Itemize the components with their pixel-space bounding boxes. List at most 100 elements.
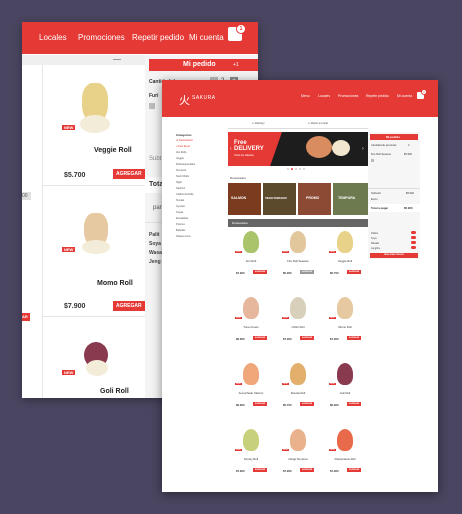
new-badge: NEW <box>235 449 242 451</box>
extra-item[interactable]: Soya <box>149 240 162 249</box>
promo-banner[interactable]: Free DELIVERY Todos los sábados ‹ › <box>228 132 368 166</box>
nav-locales[interactable]: Locales <box>318 94 330 98</box>
item-control-icon[interactable] <box>149 103 155 109</box>
cart-count-badge: 1 <box>421 89 427 95</box>
product-name: Smoky Roll <box>243 457 259 461</box>
product-card[interactable]: NEW Momo Roll $7.900 AGREGAR <box>42 185 145 317</box>
add-to-cart-button[interactable]: AGREGAR <box>253 270 268 274</box>
add-to-cart-button[interactable]: AGREGAR <box>113 301 145 311</box>
product-card[interactable]: NEW Kiwoka Roll $5.700 AGREGAR <box>279 359 317 416</box>
add-to-cart-button[interactable]: AGREGAR <box>300 402 315 406</box>
product-grid: NEW Ami Roll $7.900 AGREGAR NEW Fire Roll Se… <box>228 227 368 492</box>
new-badge: NEW <box>62 247 76 252</box>
add-to-cart-button[interactable]: AGREGAR <box>347 336 362 340</box>
delivery-label: Envío <box>371 198 378 201</box>
top-navigation-bar: Locales Promociones Repetir pedido Mi cu… <box>22 22 258 54</box>
product-card[interactable]: NEW Tuna Cream $6.900 AGREGAR <box>232 293 270 350</box>
product-price: $7.900 <box>236 469 245 473</box>
top-navigation-bar: ⽕ SAKURA Menu Locales Promociones Repeti… <box>162 80 438 117</box>
product-card[interactable]: NEW Acevichado Salmón $6.900 AGREGAR <box>232 359 270 416</box>
product-image <box>290 231 306 253</box>
nav-repetir-pedido[interactable]: Repetir pedido <box>132 33 184 42</box>
delivery-tabs: ▭ Delivery ▭ Retiro en local <box>228 120 368 129</box>
nav-repetir-pedido[interactable]: Repetir pedido <box>366 94 389 98</box>
nav-locales[interactable]: Locales <box>39 33 67 42</box>
toggle-switch[interactable] <box>411 246 416 249</box>
product-name: Momo Roll <box>97 280 133 287</box>
featured-card[interactable]: TEMPURA <box>333 183 368 215</box>
product-price: $6.900 <box>236 337 245 341</box>
banner-next-arrow[interactable]: › <box>362 146 364 152</box>
category-item[interactable]: Salsas extra <box>176 234 228 240</box>
product-card[interactable]: NEW Ishagi Tempura $7.900 AGREGAR <box>279 425 317 482</box>
product-image <box>290 429 306 451</box>
nav-promociones[interactable]: Promociones <box>338 94 358 98</box>
checkout-button[interactable]: REALIZAR PEDIDO <box>370 253 418 258</box>
product-card[interactable]: NEW Momo Roll $7.900 AGREGAR <box>326 293 364 350</box>
add-to-cart-button[interactable]: AGREGAR <box>253 468 268 472</box>
nav-promociones[interactable]: Promociones <box>78 33 125 42</box>
featured-card[interactable]: VEGETARIANO <box>263 183 296 215</box>
extras-list: Palitos Soya Wasabi Jengibre <box>371 231 417 251</box>
tab-retiro[interactable]: ▭ Retiro en local <box>308 122 328 125</box>
total-label: Total a pagar <box>371 206 389 210</box>
extra-item[interactable]: Jengibre <box>371 246 417 251</box>
divider <box>368 188 420 189</box>
product-image <box>337 429 353 451</box>
extra-item[interactable]: Palit <box>149 231 162 240</box>
carousel-dots <box>287 168 309 170</box>
product-price: $7.900 <box>283 337 292 341</box>
add-to-cart-button[interactable]: AGREGAR <box>347 468 362 472</box>
nav-mi-cuenta[interactable]: Mi cuenta <box>189 33 224 42</box>
add-to-cart-button[interactable]: AGREGAR <box>347 270 362 274</box>
extra-item[interactable]: Wasa <box>149 249 162 258</box>
extra-item[interactable]: Jeng <box>149 258 162 267</box>
collapse-icon[interactable] <box>113 59 121 60</box>
add-button-fragment[interactable]: AR <box>22 313 30 321</box>
product-name: Goli Roll <box>339 391 351 395</box>
toggle-switch[interactable] <box>411 236 416 239</box>
product-image <box>290 297 306 319</box>
toggle-switch[interactable] <box>411 241 416 244</box>
product-card[interactable]: NEW Passionatus Roll $7.900 AGREGAR <box>326 425 364 482</box>
people-value[interactable]: 2 <box>408 144 409 147</box>
add-to-cart-button[interactable]: AGREGAR <box>253 402 268 406</box>
product-name: Fire Roll Sesame <box>287 259 309 263</box>
product-price: $7.900 <box>236 271 245 275</box>
cart-item-label: Furi <box>149 93 159 99</box>
order-panel-title: Mi pedido <box>386 135 400 139</box>
product-name: Passionatus Roll <box>334 457 356 461</box>
add-to-cart-button[interactable]: AGREGAR <box>300 270 315 274</box>
product-card[interactable]: NEW Goli Roll $6.900 AGREGAR <box>326 359 364 416</box>
product-card[interactable]: NEW Smoky Roll $7.900 AGREGAR <box>232 425 270 482</box>
add-to-cart-button[interactable]: AGREGAR <box>300 468 315 472</box>
product-card[interactable]: NEW Ami Roll $7.900 AGREGAR <box>232 227 270 284</box>
brand-name[interactable]: SAKURA <box>192 95 216 101</box>
tab-delivery[interactable]: ▭ Delivery <box>252 122 265 125</box>
toggle-switch[interactable] <box>411 231 416 234</box>
new-badge: NEW <box>329 317 336 319</box>
new-badge: NEW <box>235 383 242 385</box>
nav-mi-cuenta[interactable]: Mi cuenta <box>397 94 412 98</box>
product-price: $5.700 <box>330 271 339 275</box>
featured-card[interactable]: SALMON <box>228 183 261 215</box>
product-card[interactable]: NEW Fire Roll Sesame $5.900 AGREGAR <box>279 227 317 284</box>
product-card[interactable]: NEW Goli Roll <box>42 316 145 398</box>
sakura-logo-icon[interactable]: ⽕ <box>179 92 190 108</box>
product-card[interactable]: NEW Veggie Roll $5.700 AGREGAR <box>42 65 145 186</box>
banner-sushi-image <box>306 136 332 158</box>
item-control-icon[interactable] <box>371 159 374 162</box>
product-image <box>243 363 259 385</box>
product-price: $5.700 <box>283 403 292 407</box>
order-panel-header: Mi pedido <box>370 134 418 140</box>
add-to-cart-button[interactable]: AGREGAR <box>113 169 145 179</box>
banner-prev-arrow[interactable]: ‹ <box>230 146 232 152</box>
add-to-cart-button[interactable]: AGREGAR <box>300 336 315 340</box>
add-to-cart-button[interactable]: AGREGAR <box>347 402 362 406</box>
product-card[interactable]: NEW Veggie Roll $5.700 AGREGAR <box>326 227 364 284</box>
nav-menu[interactable]: Menu <box>301 94 310 98</box>
add-to-cart-button[interactable]: AGREGAR <box>253 336 268 340</box>
product-card[interactable]: NEW Oshiri Roll $7.900 AGREGAR <box>279 293 317 350</box>
featured-card[interactable]: PROMO <box>298 183 331 215</box>
product-name: Oshiri Roll <box>291 325 305 329</box>
